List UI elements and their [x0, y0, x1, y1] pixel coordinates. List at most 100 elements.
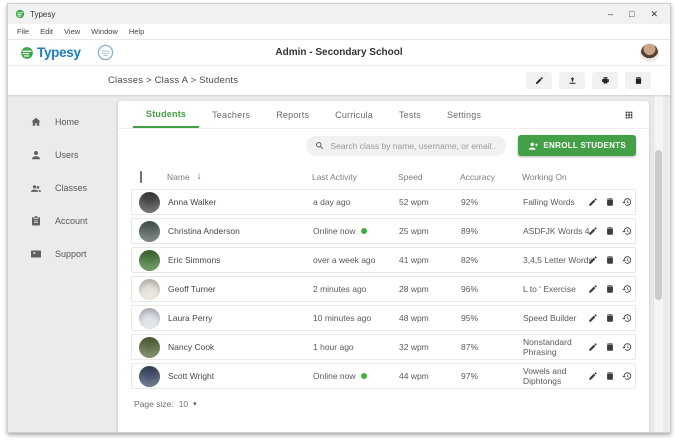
- table-row[interactable]: Anna Walker a day ago 52 wpm 92% Falling…: [131, 189, 636, 215]
- working-on-value: Falling Words: [523, 197, 595, 207]
- edit-class-button[interactable]: [526, 72, 552, 89]
- sidebar-item-classes[interactable]: Classes: [8, 171, 116, 204]
- page-size-value[interactable]: 10: [179, 399, 188, 409]
- col-header-speed[interactable]: Speed: [398, 172, 460, 182]
- delete-student-button[interactable]: [605, 255, 615, 265]
- sidebar-item-account[interactable]: Account: [8, 204, 116, 237]
- tab-curricula[interactable]: Curricula: [322, 101, 386, 128]
- tab-settings[interactable]: Settings: [434, 101, 494, 128]
- student-avatar: [139, 221, 160, 242]
- pencil-icon: [535, 76, 544, 85]
- menu-window[interactable]: Window: [91, 27, 118, 36]
- edit-student-button[interactable]: [588, 342, 598, 352]
- search-box: [306, 136, 506, 156]
- tab-teachers[interactable]: Teachers: [199, 101, 263, 128]
- last-activity: 2 minutes ago: [313, 284, 366, 294]
- scrollbar-thumb[interactable]: [655, 150, 662, 300]
- last-activity: a day ago: [313, 197, 350, 207]
- school-logo-badge: [97, 44, 114, 61]
- table-row[interactable]: Christina Anderson Online now 25 wpm 89%…: [131, 218, 636, 244]
- table-row[interactable]: Nancy Cook 1 hour ago 32 wpm 87% Nonstan…: [131, 334, 636, 360]
- tab-tests[interactable]: Tests: [386, 101, 434, 128]
- trash-icon: [605, 342, 615, 352]
- delete-student-button[interactable]: [605, 226, 615, 236]
- student-avatar: [139, 250, 160, 271]
- history-button[interactable]: [622, 197, 632, 207]
- minimize-button[interactable]: –: [608, 10, 613, 19]
- history-button[interactable]: [622, 255, 632, 265]
- menu-file[interactable]: File: [17, 27, 29, 36]
- trash-icon: [634, 76, 643, 85]
- edit-student-button[interactable]: [588, 313, 598, 323]
- student-name: Nancy Cook: [168, 342, 313, 352]
- table-row[interactable]: Eric Simmons over a week ago 41 wpm 82% …: [131, 247, 636, 273]
- user-avatar[interactable]: [641, 44, 658, 61]
- pencil-icon: [588, 284, 598, 294]
- select-all-checkbox[interactable]: [140, 171, 142, 183]
- history-button[interactable]: [622, 342, 632, 352]
- delete-student-button[interactable]: [605, 313, 615, 323]
- grid-view-button[interactable]: [624, 110, 634, 120]
- table-row[interactable]: Laura Perry 10 minutes ago 48 wpm 95% Sp…: [131, 305, 636, 331]
- history-icon: [622, 313, 632, 323]
- student-name: Eric Simmons: [168, 255, 313, 265]
- speed-value: 44 wpm: [399, 371, 461, 381]
- history-button[interactable]: [622, 313, 632, 323]
- edit-student-button[interactable]: [588, 226, 598, 236]
- trash-icon: [605, 371, 615, 381]
- menu-help[interactable]: Help: [129, 27, 144, 36]
- delete-student-button[interactable]: [605, 197, 615, 207]
- history-button[interactable]: [622, 284, 632, 294]
- history-button[interactable]: [622, 371, 632, 381]
- edit-student-button[interactable]: [588, 255, 598, 265]
- search-input[interactable]: [330, 141, 497, 151]
- tab-bar: Students Teachers Reports Curricula Test…: [118, 101, 649, 129]
- breadcrumb[interactable]: Classes > Class A > Students: [108, 75, 238, 86]
- typesy-window-icon: [15, 9, 25, 19]
- table-row[interactable]: Scott Wright Online now 44 wpm 97% Vowel…: [131, 363, 636, 389]
- print-button[interactable]: [592, 72, 618, 89]
- close-button[interactable]: ✕: [650, 10, 658, 19]
- col-header-name[interactable]: Name: [167, 172, 190, 182]
- history-button[interactable]: [622, 226, 632, 236]
- working-on-value: 3,4,5 Letter Words: [523, 255, 595, 265]
- speed-value: 32 wpm: [399, 342, 461, 352]
- trash-icon: [605, 197, 615, 207]
- last-activity: 10 minutes ago: [313, 313, 371, 323]
- student-avatar: [139, 192, 160, 213]
- enroll-students-button[interactable]: ENROLL STUDENTS: [518, 135, 636, 156]
- edit-student-button[interactable]: [588, 197, 598, 207]
- delete-class-button[interactable]: [625, 72, 651, 89]
- delete-student-button[interactable]: [605, 342, 615, 352]
- students-table: Name ↓ Last Activity Speed Accuracy Work…: [118, 162, 649, 409]
- sidebar-item-home[interactable]: Home: [8, 105, 116, 138]
- tab-reports[interactable]: Reports: [263, 101, 322, 128]
- sidebar-label: Support: [55, 249, 87, 259]
- working-on-value: Vowels and Diphtongs: [523, 366, 595, 386]
- edit-student-button[interactable]: [588, 371, 598, 381]
- edit-student-button[interactable]: [588, 284, 598, 294]
- menu-edit[interactable]: Edit: [40, 27, 53, 36]
- col-header-working-on[interactable]: Working On: [522, 172, 596, 182]
- caret-down-icon[interactable]: ▾: [193, 400, 197, 408]
- menu-view[interactable]: View: [64, 27, 80, 36]
- upload-button[interactable]: [559, 72, 585, 89]
- history-icon: [622, 342, 632, 352]
- delete-student-button[interactable]: [605, 284, 615, 294]
- maximize-button[interactable]: □: [629, 10, 634, 19]
- sidebar-item-users[interactable]: Users: [8, 138, 116, 171]
- sidebar-item-support[interactable]: Support: [8, 237, 116, 270]
- person-add-icon: [528, 141, 538, 151]
- pencil-icon: [588, 255, 598, 265]
- clipboard-icon: [30, 215, 42, 227]
- delete-student-button[interactable]: [605, 371, 615, 381]
- tab-students[interactable]: Students: [133, 101, 199, 128]
- sort-descending-icon[interactable]: ↓: [197, 171, 202, 182]
- vertical-scrollbar[interactable]: [653, 95, 663, 433]
- col-header-accuracy[interactable]: Accuracy: [460, 172, 522, 182]
- student-name: Anna Walker: [168, 197, 313, 207]
- student-avatar: [139, 337, 160, 358]
- accuracy-value: 97%: [461, 371, 523, 381]
- table-row[interactable]: Geoff Turner 2 minutes ago 28 wpm 96% L …: [131, 276, 636, 302]
- col-header-last-activity[interactable]: Last Activity: [312, 172, 398, 182]
